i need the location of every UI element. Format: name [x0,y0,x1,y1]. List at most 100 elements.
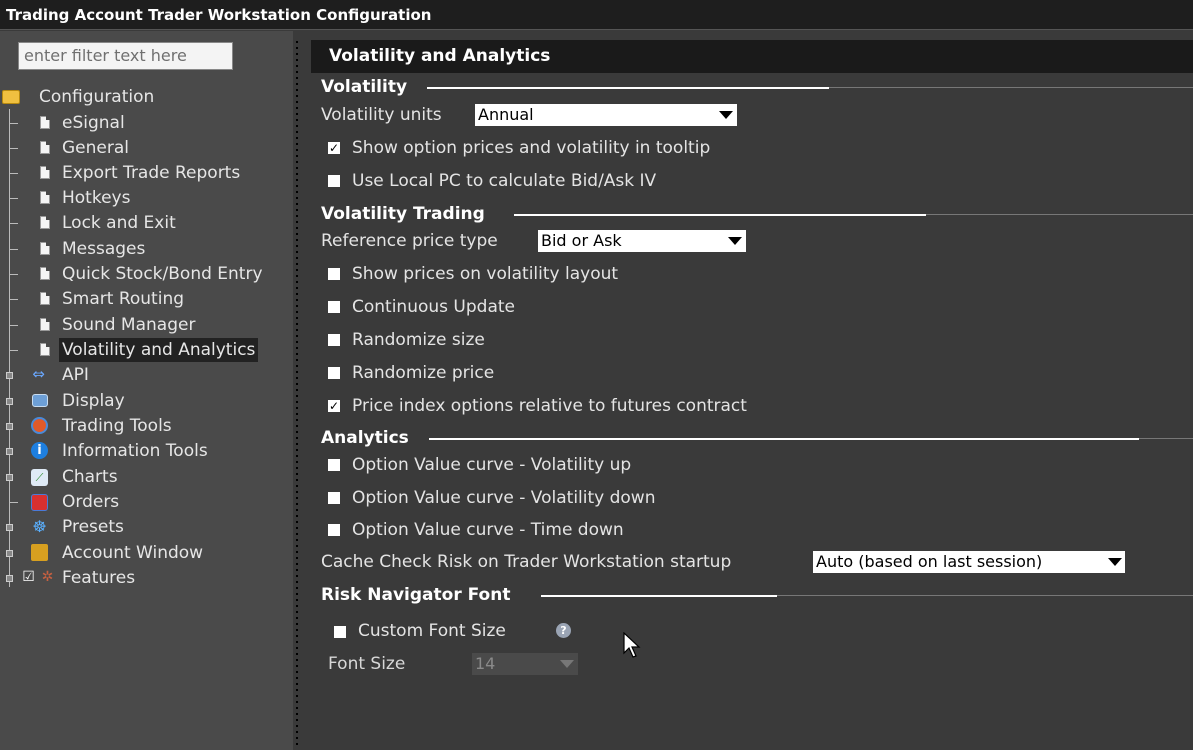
filter-input[interactable]: enter filter text here [18,42,233,70]
expand-icon[interactable] [6,372,13,379]
tree-item-general[interactable]: General [0,136,293,160]
tree-group-information-tools[interactable]: i Information Tools [0,439,293,463]
tree-group-orders[interactable]: Orders [0,490,293,514]
option-label: Randomize price [352,363,495,383]
checkbox[interactable] [328,459,340,471]
volatility-units-label: Volatility units [321,105,442,125]
section-rule [427,87,829,89]
section-heading: Analytics [321,428,409,448]
tree-connector [9,198,18,199]
section-rule-faint [1139,438,1193,439]
chevron-down-icon [728,237,742,245]
tree-item-volatility-and-analytics[interactable]: Volatility and Analytics [0,338,293,362]
tree-connector [9,299,18,300]
section-volatility-trading: Volatility Trading [321,203,1193,225]
chevron-down-icon [560,660,574,668]
select-value: Annual [478,105,534,124]
config-sidebar: enter filter text here Configuration eSi… [0,31,293,750]
splitter-handle[interactable] [293,31,301,750]
tree-group-presets[interactable]: ☸ Presets [0,515,293,539]
tree-root-configuration[interactable]: Configuration [0,85,293,109]
checkbox[interactable] [328,492,340,504]
cache-check-label: Cache Check Risk on Trader Workstation s… [321,552,732,572]
settings-panel: Volatility and Analytics Volatility Vola… [301,31,1193,750]
tree-connector [9,223,18,224]
tree-item-sound-manager[interactable]: Sound Manager [0,313,293,337]
section-rule-faint [829,87,1193,88]
font-size-label: Font Size [328,654,406,674]
expand-icon[interactable] [6,524,13,531]
info-icon: i [31,442,48,459]
chevron-down-icon [1108,558,1122,566]
tree-item-hotkeys[interactable]: Hotkeys [0,186,293,210]
document-icon [40,191,50,204]
help-icon[interactable]: ? [556,623,571,638]
tree-connector [9,173,18,174]
tree-connector [9,502,18,503]
account-icon [31,544,48,561]
option-label: Option Value curve - Volatility down [352,488,656,508]
option-label: Option Value curve - Volatility up [352,455,632,475]
panel-title: Volatility and Analytics [311,40,1193,73]
reference-price-label: Reference price type [321,231,498,251]
option-label: Use Local PC to calculate Bid/Ask IV [352,171,657,191]
expand-icon[interactable] [6,398,13,405]
tree-item-smart-routing[interactable]: Smart Routing [0,287,293,311]
checkbox[interactable]: ✓ [328,400,340,412]
reference-price-select[interactable]: Bid or Ask [538,230,746,252]
tree-item-quick-stock-bond-entry[interactable]: Quick Stock/Bond Entry [0,262,293,286]
volatility-units-select[interactable]: Annual [475,104,737,126]
checkbox[interactable] [328,524,340,536]
section-heading: Risk Navigator Font [321,585,511,605]
checkbox-show-tooltip[interactable]: ✓ [328,142,340,154]
expand-icon[interactable] [6,423,13,430]
expand-icon[interactable] [6,474,13,481]
trading-tools-icon [31,417,48,434]
option-label: Option Value curve - Time down [352,520,624,540]
checkbox[interactable] [328,268,340,280]
tree-group-account-window[interactable]: Account Window [0,541,293,565]
expand-icon[interactable] [6,575,13,582]
section-rule-faint [926,214,1193,215]
select-value: Bid or Ask [541,231,622,250]
document-icon [40,216,50,229]
expand-icon[interactable] [6,448,13,455]
option-label: Randomize size [352,330,485,350]
tree-connector [9,123,18,124]
orders-icon [31,494,48,511]
volatility-units-row: Volatility units [321,102,442,128]
tree-connector [9,148,18,149]
section-rule [429,438,1139,440]
tree-item-messages[interactable]: Messages [0,237,293,261]
checkbox[interactable] [328,367,340,379]
section-heading: Volatility Trading [321,204,485,224]
tree-item-lock-and-exit[interactable]: Lock and Exit [0,211,293,235]
section-analytics: Analytics [321,427,1193,449]
tree-group-trading-tools[interactable]: Trading Tools [0,414,293,438]
checkbox[interactable] [328,334,340,346]
api-arrows-icon: ⇔ [32,365,45,383]
expand-icon[interactable] [6,550,13,557]
document-icon [40,141,50,154]
tree-group-api[interactable]: ⇔ API [0,363,293,387]
tree-group-features[interactable]: ☑ ✲ Features [0,566,293,590]
document-icon [40,292,50,305]
option-label: Custom Font Size [358,621,506,641]
tree-item-esignal[interactable]: eSignal [0,111,293,135]
checkbox[interactable] [328,301,340,313]
tree-connector [9,325,18,326]
chart-icon: ⟋ [31,469,48,486]
reference-price-row: Reference price type [321,228,498,254]
cache-check-select[interactable]: Auto (based on last session) [813,551,1125,573]
checkbox-custom-font-size[interactable] [334,626,346,638]
tree-connector [9,249,18,250]
tree-group-charts[interactable]: ⟋ Charts [0,465,293,489]
option-label: Show prices on volatility layout [352,264,619,284]
option-label: Continuous Update [352,297,515,317]
tree-item-export-trade-reports[interactable]: Export Trade Reports [0,161,293,185]
checkbox-local-pc[interactable] [328,175,340,187]
option-label: Price index options relative to futures … [352,396,747,416]
tree-group-display[interactable]: Display [0,389,293,413]
mouse-cursor-icon [623,632,641,658]
select-value: Auto (based on last session) [816,552,1043,571]
